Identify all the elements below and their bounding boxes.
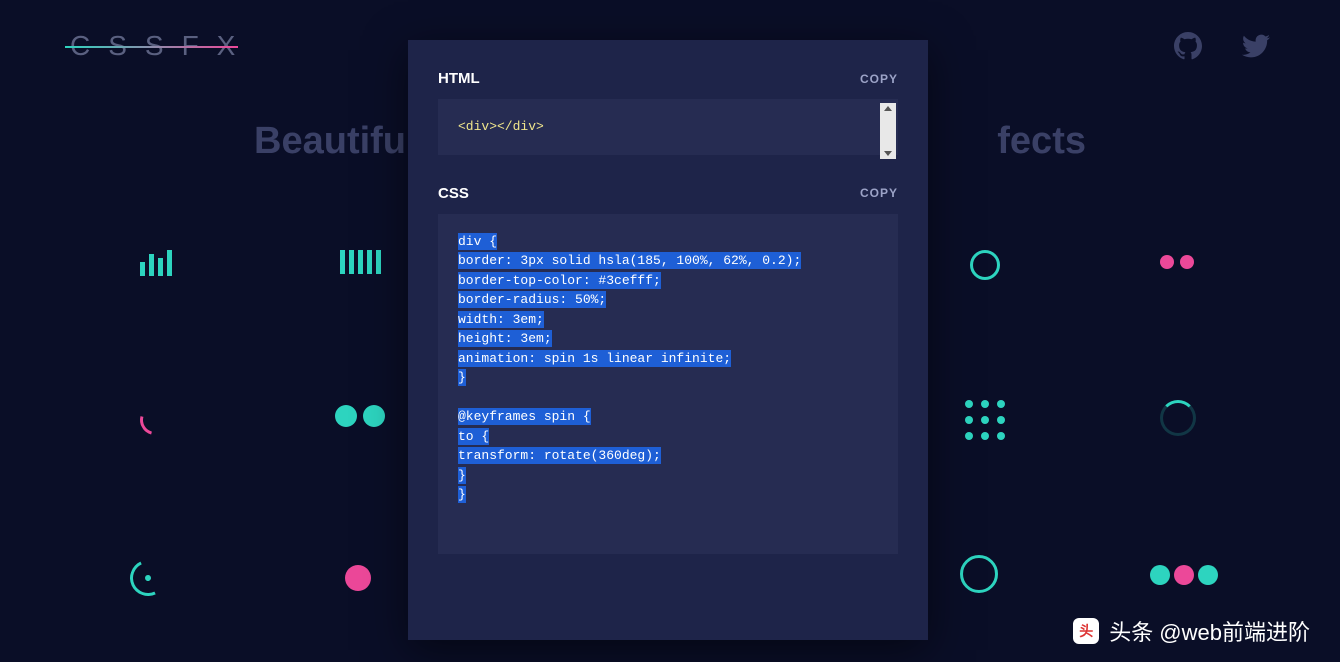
css-title: CSS — [438, 185, 469, 202]
css-code-block[interactable]: div { border: 3px solid hsla(185, 100%, … — [438, 214, 898, 554]
github-icon[interactable] — [1174, 32, 1202, 60]
effect-color-dots[interactable] — [1150, 565, 1218, 585]
effect-ring-large[interactable] — [960, 555, 998, 593]
html-title: HTML — [438, 70, 480, 87]
watermark: 头 头条 @web前端进阶 — [1073, 615, 1310, 647]
copy-html-button[interactable]: COPY — [860, 72, 898, 86]
watermark-text: 头条 @web前端进阶 — [1109, 615, 1310, 647]
html-code-block[interactable]: <div></div> — [438, 99, 898, 155]
html-header: HTML COPY — [438, 70, 898, 87]
effect-bars-wave[interactable] — [140, 250, 172, 276]
effect-ring[interactable] — [970, 250, 1000, 280]
copy-css-button[interactable]: COPY — [860, 186, 898, 200]
effect-bars-solid[interactable] — [340, 250, 381, 274]
watermark-icon: 头 — [1073, 618, 1099, 644]
twitter-icon[interactable] — [1242, 32, 1270, 60]
effect-pulse[interactable] — [345, 565, 371, 591]
effect-two-dots[interactable] — [1160, 255, 1194, 269]
effect-two-circles[interactable] — [335, 405, 385, 427]
code-modal: HTML COPY <div></div> CSS COPY div { bor… — [408, 40, 928, 640]
effect-arc-pink[interactable] — [135, 400, 176, 441]
social-icons — [1174, 32, 1270, 60]
effect-grid-dots[interactable] — [965, 400, 1005, 440]
scrollbar[interactable] — [880, 103, 896, 159]
effect-arc-dot[interactable] — [125, 555, 171, 601]
html-code: <div></div> — [458, 119, 544, 134]
css-header: CSS COPY — [438, 185, 898, 202]
effect-spinner[interactable] — [1160, 400, 1196, 436]
logo[interactable]: CSSFX — [70, 30, 253, 62]
